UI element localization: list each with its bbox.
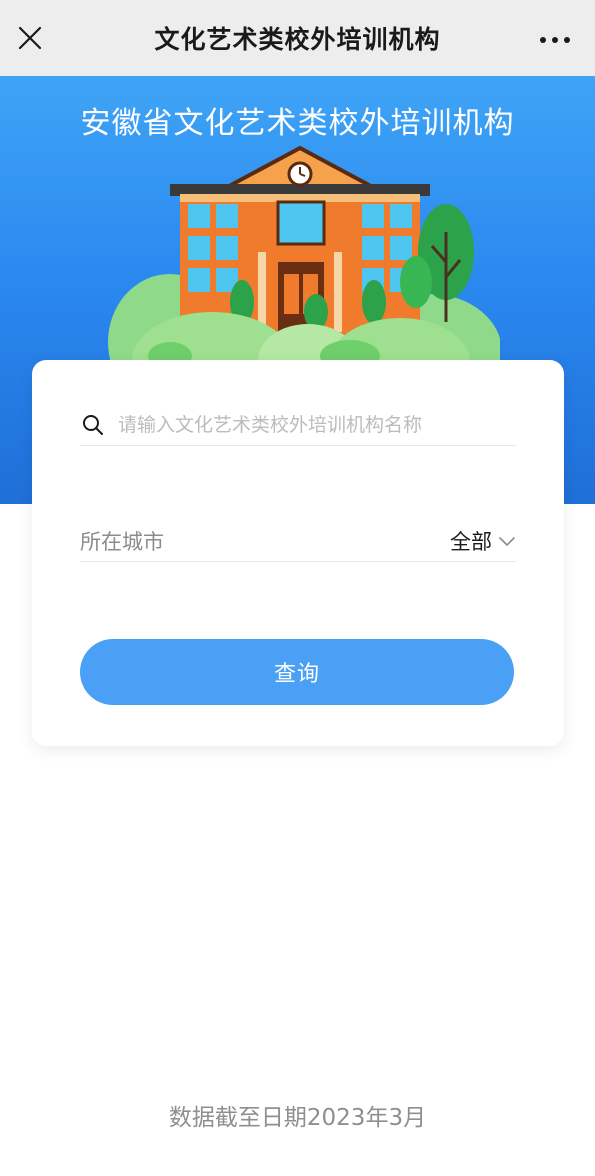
school-building-illustration (108, 145, 500, 362)
more-dot (540, 37, 546, 43)
city-filter-label: 所在城市 (80, 529, 164, 554)
hero-title: 安徽省文化艺术类校外培训机构 (80, 106, 515, 141)
page: 文化艺术类校外培训机构 安徽省文化艺术类校外培训机构 请输入文化艺术类校外培训机… (0, 0, 595, 1176)
search-card: 所在城市 全部 查询 (32, 360, 564, 746)
data-date-note: 数据截至日期2023年3月 (168, 1105, 427, 1131)
query-button[interactable]: 查询 (80, 639, 514, 705)
city-filter-row[interactable]: 所在城市 全部 (80, 520, 516, 562)
more-dot (564, 37, 570, 43)
chevron-down-icon (498, 532, 516, 550)
search-field (80, 404, 516, 446)
more-button[interactable] (535, 26, 575, 54)
search-input[interactable] (118, 413, 516, 436)
top-nav-bar: 文化艺术类校外培训机构 (0, 0, 595, 76)
city-selected-value: 全部 (450, 529, 492, 554)
more-dot (552, 37, 558, 43)
close-icon (18, 26, 42, 50)
city-select[interactable]: 全部 (450, 526, 516, 556)
nav-title: 文化艺术类校外培训机构 (154, 25, 441, 54)
close-button[interactable] (14, 22, 46, 54)
search-icon (80, 412, 106, 438)
